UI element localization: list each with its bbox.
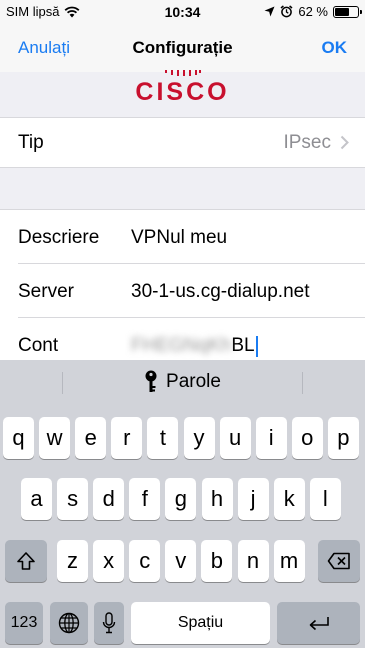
suggestion-bar: Parole <box>0 360 365 404</box>
server-label: Server <box>18 281 74 302</box>
passwords-suggestion[interactable]: Parole <box>0 370 365 394</box>
key-m[interactable]: m <box>273 540 305 582</box>
return-key[interactable] <box>277 602 360 644</box>
section-gap <box>0 168 365 210</box>
chevron-right-icon <box>340 135 349 150</box>
globe-key[interactable] <box>50 602 88 644</box>
numbers-key[interactable]: 123 <box>5 602 43 644</box>
account-field[interactable]: FHEGNqKh BL <box>131 335 258 357</box>
battery-fill <box>335 7 349 16</box>
key-r[interactable]: r <box>111 417 143 459</box>
key-p[interactable]: p <box>327 417 359 459</box>
key-y[interactable]: y <box>183 417 215 459</box>
ok-button[interactable]: OK <box>322 38 348 58</box>
key-w[interactable]: w <box>39 417 71 459</box>
key-g[interactable]: g <box>165 478 197 520</box>
key-o[interactable]: o <box>291 417 323 459</box>
status-bar: SIM lipsă 10:34 62 % <box>0 0 365 24</box>
alarm-icon <box>280 5 293 18</box>
type-label: Tip <box>18 132 44 153</box>
microphone-key[interactable] <box>94 602 124 644</box>
key-v[interactable]: v <box>165 540 197 582</box>
account-obscured-text: FHEGNqKh <box>131 335 232 356</box>
page-title: Configurație <box>132 38 233 57</box>
type-row[interactable]: Tip IPsec <box>0 118 365 168</box>
microphone-icon <box>102 612 116 634</box>
key-icon <box>145 370 157 392</box>
account-label: Cont <box>18 335 59 356</box>
backspace-key[interactable] <box>318 540 360 582</box>
shift-icon <box>17 552 35 570</box>
key-u[interactable]: u <box>219 417 251 459</box>
key-e[interactable]: e <box>75 417 107 459</box>
key-z[interactable]: z <box>57 540 88 582</box>
key-k[interactable]: k <box>273 478 305 520</box>
key-f[interactable]: f <box>129 478 161 520</box>
server-field[interactable]: 30-1-us.cg-dialup.net <box>131 281 310 303</box>
vpn-logo-area: CISCO <box>0 70 365 118</box>
location-arrow-icon <box>264 6 275 17</box>
key-q[interactable]: q <box>3 417 34 459</box>
nav-bar: Anulați Configurație OK <box>0 24 365 72</box>
globe-icon <box>58 612 80 634</box>
key-n[interactable]: n <box>237 540 269 582</box>
description-row[interactable]: Descriere VPNul meu <box>0 210 365 264</box>
battery-icon <box>333 5 362 18</box>
key-t[interactable]: t <box>147 417 179 459</box>
cisco-logo: CISCO <box>135 78 230 106</box>
server-row[interactable]: Server 30-1-us.cg-dialup.net <box>0 264 365 318</box>
key-a[interactable]: a <box>21 478 52 520</box>
battery-percent: 62 % <box>298 4 328 19</box>
status-right: 62 % <box>264 4 362 19</box>
space-key[interactable]: Spațiu <box>131 602 270 644</box>
account-visible-text: BL <box>231 335 255 356</box>
keyboard: Parole qwertyuiop asdfghjkl zxcvbnm 123 <box>0 360 365 648</box>
backspace-icon <box>327 552 350 570</box>
key-j[interactable]: j <box>237 478 269 520</box>
return-icon <box>309 617 329 631</box>
key-s[interactable]: s <box>57 478 89 520</box>
key-c[interactable]: c <box>129 540 161 582</box>
key-l[interactable]: l <box>309 478 341 520</box>
key-h[interactable]: h <box>201 478 233 520</box>
key-b[interactable]: b <box>201 540 233 582</box>
description-field[interactable]: VPNul meu <box>131 227 227 249</box>
key-x[interactable]: x <box>93 540 125 582</box>
suggestion-label: Parole <box>166 371 221 392</box>
key-i[interactable]: i <box>255 417 287 459</box>
description-label: Descriere <box>18 227 100 248</box>
shift-key[interactable] <box>5 540 47 582</box>
text-cursor <box>255 335 258 357</box>
account-row[interactable]: Cont FHEGNqKh BL <box>0 318 365 360</box>
type-value: IPsec <box>283 132 331 153</box>
key-d[interactable]: d <box>93 478 125 520</box>
cisco-bars-icon <box>165 70 201 76</box>
